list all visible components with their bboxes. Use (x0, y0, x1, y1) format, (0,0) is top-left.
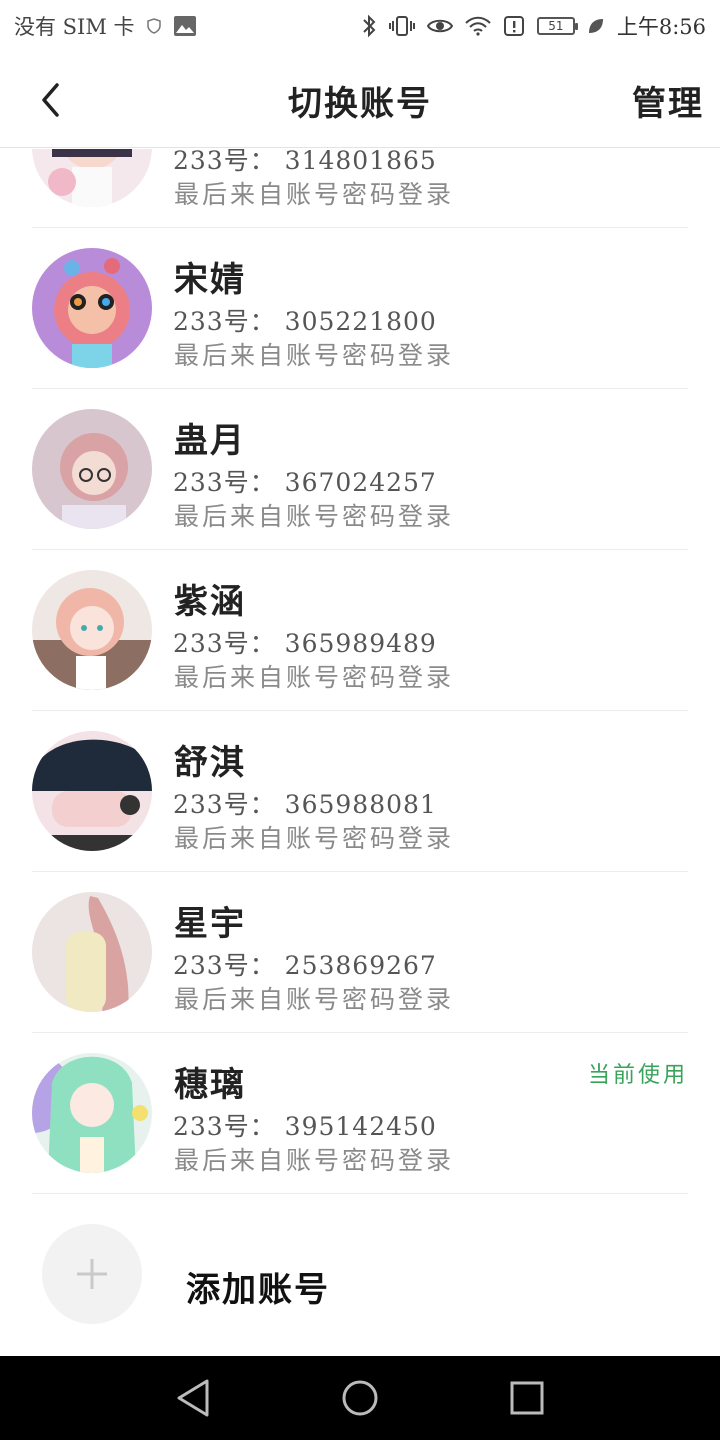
account-name: 穗璃 (174, 1065, 246, 1105)
last-login-text: 最后来自账号密码登录 (174, 341, 455, 370)
system-home-button[interactable] (330, 1368, 390, 1428)
status-bar: 没有 SIM 卡 51 上午8:56 (0, 0, 720, 52)
status-left: 没有 SIM 卡 (14, 11, 197, 41)
add-account-label: 添加账号 (186, 1270, 330, 1310)
account-name: 星宇 (174, 904, 246, 944)
account-uid: 233号： 253869267 (173, 951, 437, 980)
alert-icon (503, 15, 525, 37)
account-uid: 233号： 305221800 (173, 307, 437, 336)
status-right: 51 上午8:56 (361, 11, 706, 41)
last-login-text: 最后来自账号密码登录 (174, 824, 455, 853)
account-name: 宋婧 (174, 260, 246, 300)
account-row[interactable]: 紫涵 233号： 365989489 最后来自账号密码登录 (32, 550, 688, 711)
top-nav: 切换账号 管理 (0, 52, 720, 148)
avatar (32, 731, 152, 851)
last-login-text: 最后来自账号密码登录 (174, 1146, 455, 1175)
last-login-text: 最后来自账号密码登录 (174, 663, 455, 692)
account-uid: 233号： 314801865 (173, 149, 437, 175)
avatar (32, 892, 152, 1012)
last-login-text: 最后来自账号密码登录 (174, 180, 455, 209)
wifi-icon (465, 16, 491, 36)
manage-button[interactable]: 管理 (632, 76, 704, 125)
avatar (32, 1053, 152, 1173)
account-name: 舒淇 (174, 743, 246, 783)
account-row[interactable]: 舒淇 233号： 365988081 最后来自账号密码登录 (32, 711, 688, 872)
battery-icon: 51 (536, 17, 578, 35)
account-row[interactable]: 蛊月 233号： 367024257 最后来自账号密码登录 (32, 389, 688, 550)
avatar (32, 149, 152, 207)
page-title: 切换账号 (288, 84, 432, 124)
eye-icon (426, 17, 453, 35)
chevron-left-icon (42, 83, 59, 117)
last-login-text: 最后来自账号密码登录 (174, 985, 455, 1014)
account-row[interactable]: 233号： 314801865 最后来自账号密码登录 (32, 149, 688, 228)
add-avatar-placeholder (42, 1224, 142, 1324)
last-login-text: 最后来自账号密码登录 (174, 502, 455, 531)
avatar (32, 248, 152, 368)
account-uid: 233号： 365988081 (173, 790, 437, 819)
account-name: 紫涵 (174, 582, 246, 622)
account-row-current[interactable]: 穗璃 233号： 395142450 最后来自账号密码登录 当前使用 (32, 1033, 688, 1194)
account-row[interactable]: 宋婧 233号： 305221800 最后来自账号密码登录 (32, 228, 688, 389)
leaf-icon (587, 17, 605, 35)
vibrate-icon (388, 15, 415, 37)
carrier-text: 没有 SIM 卡 (14, 15, 135, 39)
add-account-button[interactable]: 添加账号 (32, 1194, 688, 1354)
back-button[interactable] (30, 78, 70, 122)
plus-icon (77, 1259, 107, 1289)
clock: 上午8:56 (616, 15, 706, 39)
recents-square-icon (510, 1381, 544, 1415)
shield-icon (146, 18, 161, 34)
image-icon (173, 15, 197, 37)
account-list[interactable]: 233号： 314801865 最后来自账号密码登录 宋婧 233号： 3052… (0, 149, 720, 1356)
account-uid: 233号： 395142450 (173, 1112, 437, 1141)
account-name: 蛊月 (174, 421, 246, 461)
battery-level: 51 (548, 19, 564, 33)
bluetooth-icon (361, 14, 377, 38)
system-recents-button[interactable] (497, 1368, 557, 1428)
account-row[interactable]: 星宇 233号： 253869267 最后来自账号密码登录 (32, 872, 688, 1033)
system-back-button[interactable] (163, 1368, 223, 1428)
avatar (32, 570, 152, 690)
account-uid: 233号： 365989489 (173, 629, 437, 658)
back-triangle-icon (177, 1379, 209, 1417)
home-circle-icon (342, 1380, 378, 1416)
system-nav-bar (0, 1356, 720, 1440)
account-uid: 233号： 367024257 (173, 468, 437, 497)
current-account-badge: 当前使用 (587, 1063, 688, 1088)
avatar (32, 409, 152, 529)
